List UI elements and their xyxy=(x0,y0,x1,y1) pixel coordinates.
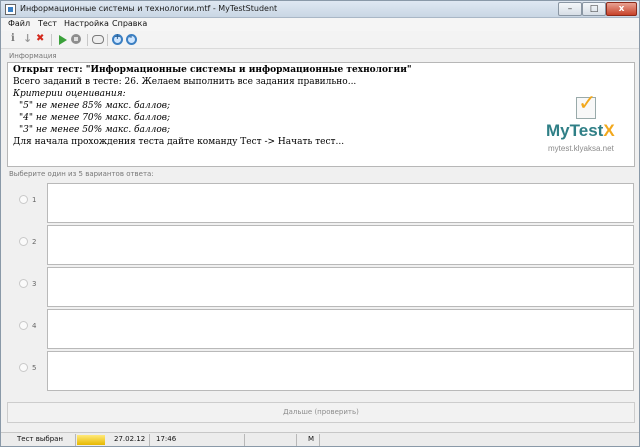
status-progress xyxy=(77,435,105,445)
answer-radio[interactable] xyxy=(19,279,28,288)
chat-icon[interactable] xyxy=(92,34,104,45)
status-separator xyxy=(149,434,150,446)
criteria-grade-3: "3" не менее 50% макс. баллов; xyxy=(19,125,171,135)
answer-number: 1 xyxy=(32,196,37,204)
status-separator xyxy=(319,434,320,446)
answer-radio[interactable] xyxy=(19,363,28,372)
menu-help[interactable]: Справка xyxy=(112,19,147,28)
answer-text-box[interactable] xyxy=(47,267,634,307)
answer-text-box[interactable] xyxy=(47,183,634,223)
criteria-grade-4: "4" не менее 70% макс. баллов; xyxy=(19,113,171,123)
answer-number: 3 xyxy=(32,280,37,288)
answer-text-box[interactable] xyxy=(47,225,634,265)
stop-cross-icon[interactable] xyxy=(36,33,47,45)
info-icon[interactable] xyxy=(8,33,19,45)
menu-file[interactable]: Файл xyxy=(8,19,30,28)
answer-number: 4 xyxy=(32,322,37,330)
answer-option-1[interactable]: 1 xyxy=(7,181,635,223)
pause-icon[interactable] xyxy=(71,34,82,45)
toolbar-separator xyxy=(87,34,88,46)
status-state: Тест выбран xyxy=(17,435,64,443)
menu-bar: Файл Тест Настройка Справка xyxy=(1,18,639,31)
info-text: Открыт тест: "Информационные системы и и… xyxy=(13,64,412,148)
info-section-label: Информация xyxy=(9,52,57,60)
toolbar xyxy=(1,31,639,49)
arrow-down-icon[interactable] xyxy=(22,32,33,45)
answer-option-5[interactable]: 5 xyxy=(7,349,635,391)
start-instruction: Для начала прохождения теста дайте коман… xyxy=(13,137,345,147)
status-date: 27.02.12 xyxy=(114,435,146,443)
status-bar: Тест выбран 27.02.12 17:46 M xyxy=(1,432,639,446)
criteria-heading: Критерии оценивания: xyxy=(13,89,126,99)
close-button[interactable]: x xyxy=(606,2,637,16)
criteria-grade-5: "5" не менее 85% макс. баллов; xyxy=(19,101,171,111)
status-separator xyxy=(296,434,297,446)
menu-settings[interactable]: Настройка xyxy=(64,19,109,28)
answer-radio[interactable] xyxy=(19,321,28,330)
answer-option-2[interactable]: 2 xyxy=(7,223,635,265)
status-mode: M xyxy=(308,435,315,443)
answer-radio[interactable] xyxy=(19,195,28,204)
next-check-button[interactable]: Дальше (проверить) xyxy=(7,402,635,423)
toolbar-separator xyxy=(51,34,52,46)
answer-list: 1 2 3 4 5 xyxy=(7,181,635,396)
answer-option-3[interactable]: 3 xyxy=(7,265,635,307)
answers-section-label: Выберите один из 5 вариантов ответа: xyxy=(9,170,154,178)
maximize-button[interactable]: □ xyxy=(582,2,606,16)
answer-number: 2 xyxy=(32,238,37,246)
app-icon xyxy=(5,4,16,15)
app-window: Информационные системы и технологии.mtf … xyxy=(0,0,640,447)
mytestx-logo: ✓ MyTestX mytest.klyaksa.net xyxy=(540,93,632,165)
info-panel: Открыт тест: "Информационные системы и и… xyxy=(7,62,635,167)
toolbar-separator xyxy=(107,34,108,46)
window-title: Информационные системы и технологии.mtf … xyxy=(20,4,278,13)
answer-text-box[interactable] xyxy=(47,309,634,349)
answer-radio[interactable] xyxy=(19,237,28,246)
task-count-text: Всего заданий в тесте: 26. Желаем выполн… xyxy=(13,77,357,87)
menu-test[interactable]: Тест xyxy=(38,19,57,28)
play-icon[interactable] xyxy=(57,34,68,45)
zoom-in-icon[interactable] xyxy=(112,32,123,45)
answer-text-box[interactable] xyxy=(47,351,634,391)
status-separator xyxy=(244,434,245,446)
answer-option-4[interactable]: 4 xyxy=(7,307,635,349)
test-title: Открыт тест: "Информационные системы и и… xyxy=(13,65,412,75)
status-separator xyxy=(75,434,76,446)
status-time: 17:46 xyxy=(156,435,177,443)
logo-text: MyTestX xyxy=(546,121,615,140)
title-bar: Информационные системы и технологии.mtf … xyxy=(1,1,639,18)
logo-checkmark-icon: ✓ xyxy=(578,91,597,116)
zoom-out-icon[interactable] xyxy=(126,32,137,45)
answer-number: 5 xyxy=(32,364,37,372)
logo-url: mytest.klyaksa.net xyxy=(548,144,614,153)
minimize-button[interactable]: – xyxy=(558,2,582,16)
